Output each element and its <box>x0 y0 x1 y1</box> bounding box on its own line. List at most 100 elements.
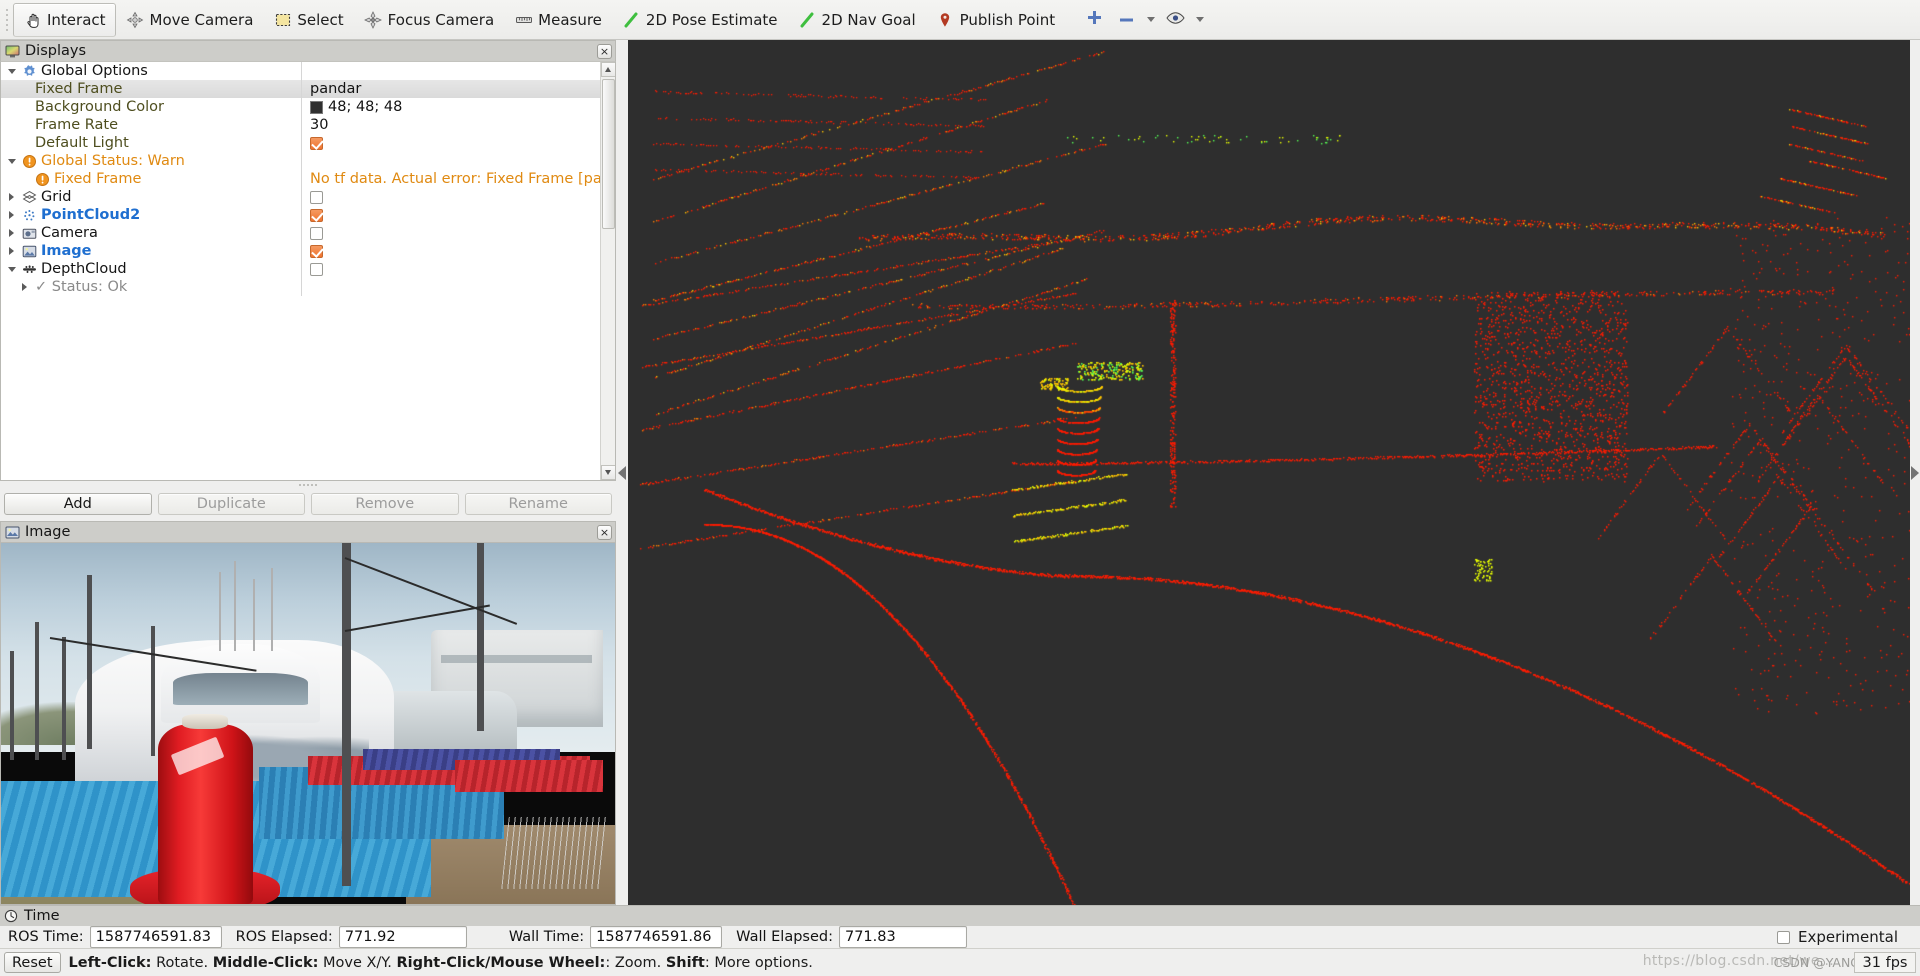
photo-red-dock <box>455 759 603 793</box>
wall-elapsed-input[interactable]: 771.83 <box>838 926 967 948</box>
experimental-checkbox[interactable] <box>1776 930 1790 944</box>
display-row-value-cell[interactable] <box>301 224 600 242</box>
checkbox-checked[interactable] <box>310 244 323 258</box>
display-row-name-cell: Grid <box>1 189 301 205</box>
expand-arrow-icon[interactable] <box>5 229 18 237</box>
main-area: Displays × Global Options Fixed Frame pand… <box>0 40 1920 905</box>
wall-time-label: Wall Time: <box>508 929 585 945</box>
tool-measure-label: Measure <box>538 10 602 29</box>
remove-tool-dropdown[interactable] <box>1143 4 1158 36</box>
photo-buoy-cap <box>182 713 229 729</box>
checkbox-unchecked[interactable] <box>310 262 323 276</box>
displays-panel-resize-grip[interactable] <box>0 481 616 488</box>
close-icon: × <box>599 45 610 58</box>
add-tool-button[interactable] <box>1079 4 1109 36</box>
scroll-down-button[interactable] <box>600 465 615 480</box>
toolbar-drag-handle[interactable] <box>2 3 12 37</box>
left-splitter[interactable] <box>616 40 628 905</box>
ros-elapsed-input[interactable]: 771.92 <box>338 926 467 948</box>
scroll-up-button[interactable] <box>600 62 615 77</box>
displays-tree-scrollarea[interactable]: Global Options Fixed Frame pandar Backgroun… <box>1 62 600 480</box>
display-tree-row[interactable]: PointCloud2 <box>1 206 600 224</box>
checkbox-unchecked[interactable] <box>310 226 323 240</box>
display-row-value-cell[interactable] <box>301 242 600 260</box>
expand-arrow-icon[interactable] <box>5 193 18 201</box>
wall-time-input[interactable]: 1587746591.86 <box>590 926 723 948</box>
collapse-arrow-icon[interactable] <box>5 158 18 164</box>
tool-focus-camera-label: Focus Camera <box>387 10 495 29</box>
display-tree-row[interactable]: Fixed Frame No tf data. Actual error: Fix… <box>1 170 600 188</box>
tool-measure[interactable]: Measure <box>504 3 612 37</box>
displays-tree-scrollbar[interactable] <box>600 62 615 480</box>
tool-move-camera[interactable]: Move Camera <box>116 3 264 37</box>
display-tree-row[interactable]: Grid <box>1 188 600 206</box>
tool-select[interactable]: Select <box>263 3 353 37</box>
photo-antenna <box>234 561 237 652</box>
display-row-value-cell[interactable] <box>301 206 600 224</box>
tool-focus-camera[interactable]: Focus Camera <box>354 3 504 37</box>
display-tree-row[interactable]: ✓ Status: Ok <box>1 278 600 296</box>
display-row-label: Global Options <box>41 63 148 79</box>
checkbox-checked[interactable] <box>310 136 323 150</box>
expand-arrow-icon[interactable] <box>5 211 18 219</box>
pose-arrow-icon <box>622 10 641 29</box>
display-tree-row[interactable]: Global Options <box>1 62 600 80</box>
display-row-name-cell: Image <box>1 243 301 259</box>
collapse-left-icon[interactable] <box>618 465 626 480</box>
checkbox-unchecked[interactable] <box>310 190 323 204</box>
displays-button-row: Add Duplicate Remove Rename <box>0 488 616 521</box>
tool-2d-nav-goal[interactable]: 2D Nav Goal <box>788 3 926 37</box>
camera-icon <box>22 226 37 241</box>
display-tree-row[interactable]: Frame Rate 30 <box>1 116 600 134</box>
display-row-label: Background Color <box>35 99 164 115</box>
display-row-value-cell <box>301 62 600 80</box>
display-row-value-cell[interactable]: pandar <box>301 80 600 98</box>
image-display-area[interactable] <box>0 542 616 905</box>
display-tree-row[interactable]: DepthCloud <box>1 260 600 278</box>
pointcloud-canvas[interactable] <box>628 40 1910 905</box>
collapse-arrow-icon[interactable] <box>5 266 18 272</box>
display-row-value-cell[interactable]: No tf data. Actual error: Fixed Frame [p… <box>301 170 600 188</box>
tool-interact[interactable]: Interact <box>13 2 116 37</box>
ros-time-input[interactable]: 1587746591.83 <box>89 926 222 948</box>
color-swatch[interactable] <box>310 100 323 114</box>
display-tree-row[interactable]: Image <box>1 242 600 260</box>
visibility-tool-button[interactable] <box>1160 4 1190 36</box>
display-row-value-cell[interactable]: 30 <box>301 116 600 134</box>
scrollbar-track[interactable] <box>600 77 615 465</box>
display-row-value-cell[interactable]: 48; 48; 48 <box>301 98 600 116</box>
clock-icon <box>4 909 19 924</box>
display-row-value-cell[interactable] <box>301 260 600 278</box>
expand-arrow-icon[interactable] <box>18 283 31 291</box>
visibility-tool-dropdown[interactable] <box>1192 4 1207 36</box>
remove-button: Remove <box>311 493 459 515</box>
render-view-3d[interactable] <box>628 40 1910 905</box>
mouse-hint-text: Left-Click: Rotate. Middle-Click: Move X… <box>69 955 813 971</box>
collapse-arrow-icon[interactable] <box>5 68 18 74</box>
display-tree-row[interactable]: Default Light <box>1 134 600 152</box>
add-button[interactable]: Add <box>4 493 152 515</box>
expand-arrow-icon[interactable] <box>5 247 18 255</box>
display-tree-row[interactable]: Fixed Frame pandar <box>1 80 600 98</box>
experimental-toggle[interactable]: Experimental <box>1776 928 1912 946</box>
image-panel-close-button[interactable]: × <box>597 525 612 540</box>
fps-indicator: 31 fps <box>1854 952 1916 973</box>
display-row-value-cell[interactable] <box>301 134 600 152</box>
tool-publish-point[interactable]: Publish Point <box>926 3 1065 37</box>
display-row-value-cell[interactable] <box>301 188 600 206</box>
checkbox-checked[interactable] <box>310 208 323 222</box>
display-tree-row[interactable]: Global Status: Warn <box>1 152 600 170</box>
scrollbar-thumb[interactable] <box>601 79 615 229</box>
right-splitter[interactable] <box>1910 40 1920 905</box>
pointcloud-icon <box>22 208 37 223</box>
display-tree-row[interactable]: Background Color 48; 48; 48 <box>1 98 600 116</box>
displays-panel-close-button[interactable]: × <box>597 44 612 59</box>
reset-button[interactable]: Reset <box>4 952 61 973</box>
display-tree-row[interactable]: Camera <box>1 224 600 242</box>
tool-2d-pose-estimate[interactable]: 2D Pose Estimate <box>612 3 788 37</box>
displays-tree[interactable]: Global Options Fixed Frame pandar Backgroun… <box>1 62 600 296</box>
display-row-label: PointCloud2 <box>41 207 141 223</box>
hint-segment: Right-Click/Mouse Wheel: <box>396 954 606 971</box>
collapse-right-icon[interactable] <box>1911 465 1919 480</box>
remove-tool-button[interactable] <box>1111 4 1141 36</box>
